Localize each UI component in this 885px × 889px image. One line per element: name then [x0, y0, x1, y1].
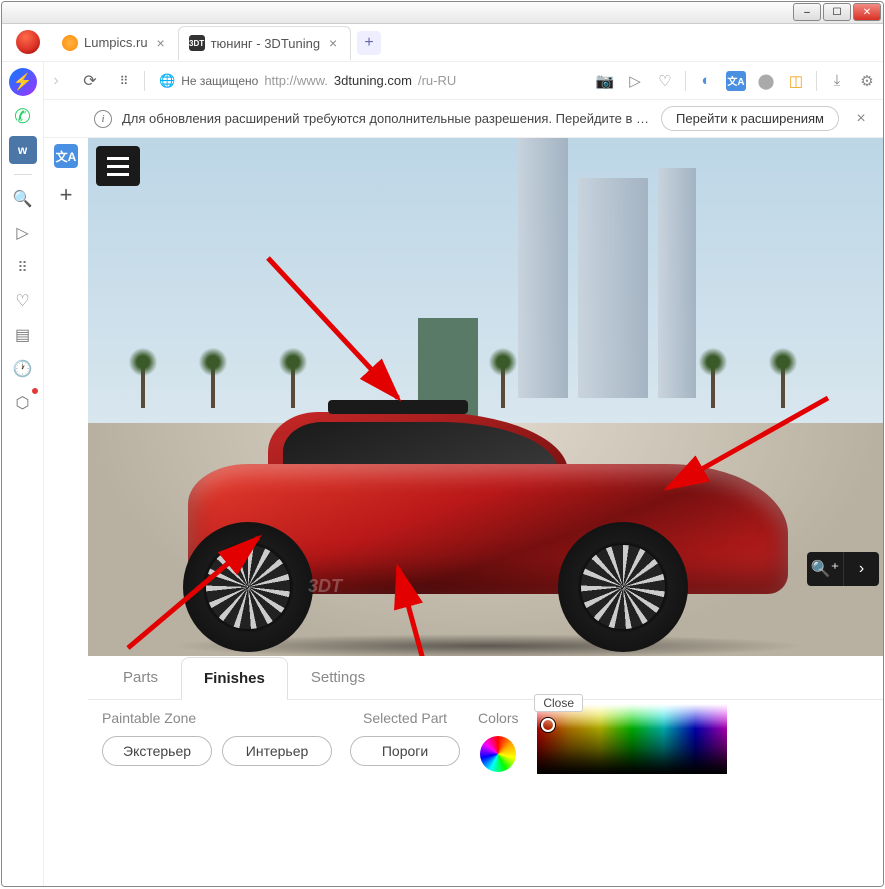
colors-label: Colors	[478, 710, 518, 726]
browser-tabs-bar: Lumpics.ru × 3DT тюнинг - 3DTuning × +	[2, 24, 883, 62]
bottom-panel: Parts Finishes Settings Close Paintable …	[88, 656, 883, 886]
zoom-next-button[interactable]: ›	[843, 552, 879, 586]
translate-icon[interactable]: 文A	[726, 71, 746, 91]
tab-settings[interactable]: Settings	[288, 656, 388, 699]
color-picker-cursor[interactable]	[541, 718, 555, 732]
address-bar: ‹ › ⟳ ⠿ 🌐 Не защищено http://www.3dtunin…	[2, 62, 883, 100]
extension-icon[interactable]: ⬤	[756, 71, 776, 91]
url-prefix: http://www.	[264, 73, 328, 88]
car-logo: 3DT	[308, 576, 342, 597]
tab-parts[interactable]: Parts	[100, 656, 181, 699]
screenshot-icon[interactable]: ◫	[786, 71, 806, 91]
url-input[interactable]: 🌐 Не защищено http://www. 3dtuning.com/ru…	[151, 73, 589, 89]
heart-icon[interactable]: ♡	[655, 71, 675, 91]
speed-dial-icon[interactable]: ⠿	[9, 253, 37, 281]
easy-setup-icon[interactable]: ⚙	[857, 71, 877, 91]
opera-logo-icon[interactable]	[16, 30, 40, 54]
tab-lumpics[interactable]: Lumpics.ru ×	[52, 26, 178, 60]
go-to-extensions-button[interactable]: Перейти к расширениям	[661, 106, 839, 131]
adblock-icon[interactable]: ◐	[696, 71, 716, 91]
browser-sidebar: ⚡ ✆ w 🔍 ▷ ⠿ ♡ ▤ 🕐 ⬡	[2, 62, 44, 886]
tab-close-icon[interactable]: ×	[154, 36, 168, 50]
notification-bar: i Для обновления расширений требуются до…	[44, 100, 883, 138]
info-icon: i	[94, 110, 112, 128]
notification-text: Для обновления расширений требуются допо…	[122, 111, 651, 126]
notification-close-icon[interactable]: ×	[849, 110, 873, 128]
exterior-button[interactable]: Экстерьер	[102, 736, 212, 766]
selected-part-label: Selected Part	[363, 710, 447, 726]
page-sidebar: 文A +	[44, 138, 88, 886]
window-maximize-button[interactable]: ☐	[823, 3, 851, 21]
selected-part-button[interactable]: Пороги	[350, 736, 460, 766]
favicon-lumpics-icon	[62, 35, 78, 51]
url-domain: 3dtuning.com	[334, 73, 412, 88]
history-icon[interactable]: 🕐	[9, 355, 37, 383]
tab-finishes[interactable]: Finishes	[181, 657, 288, 700]
tab-label: тюнинг - 3DTuning	[211, 36, 321, 51]
globe-icon: 🌐	[159, 73, 175, 89]
url-path: /ru-RU	[418, 73, 456, 88]
add-panel-button[interactable]: +	[60, 182, 73, 208]
zoom-controls: 🔍⁺ ›	[807, 552, 879, 586]
security-chip[interactable]: Не защищено	[181, 74, 258, 88]
reload-button[interactable]: ⟳	[76, 67, 104, 95]
color-picker[interactable]	[537, 704, 727, 774]
paintable-zone-label: Paintable Zone	[102, 710, 196, 726]
color-wheel-button[interactable]	[480, 736, 516, 772]
download-icon[interactable]: ⤓	[827, 71, 847, 91]
news-icon[interactable]: ▤	[9, 321, 37, 349]
window-titlebar: – ☐ ✕	[2, 2, 883, 24]
main-viewer: 3DT	[88, 138, 883, 886]
flow-icon[interactable]: ▷	[9, 219, 37, 247]
extensions-icon[interactable]: ⬡	[9, 389, 37, 417]
whatsapp-icon[interactable]: ✆	[9, 102, 37, 130]
car-scene[interactable]: 3DT	[88, 138, 883, 656]
camera-icon[interactable]: 📷	[595, 71, 615, 91]
messenger-icon[interactable]: ⚡	[9, 68, 37, 96]
window-close-button[interactable]: ✕	[853, 3, 881, 21]
close-tooltip: Close	[534, 694, 583, 712]
search-icon[interactable]: 🔍	[9, 185, 37, 213]
new-tab-button[interactable]: +	[357, 31, 381, 55]
speed-dial-button[interactable]: ⠿	[110, 67, 138, 95]
zoom-in-button[interactable]: 🔍⁺	[807, 552, 843, 586]
tab-3dtuning[interactable]: 3DT тюнинг - 3DTuning ×	[178, 26, 352, 60]
interior-button[interactable]: Интерьер	[222, 736, 332, 766]
tab-close-icon[interactable]: ×	[326, 36, 340, 50]
vk-icon[interactable]: w	[9, 136, 37, 164]
favicon-3dtuning-icon: 3DT	[189, 35, 205, 51]
window-minimize-button[interactable]: –	[793, 3, 821, 21]
car-model[interactable]: 3DT	[128, 394, 828, 654]
menu-button[interactable]	[96, 146, 140, 186]
send-icon[interactable]: ▷	[625, 71, 645, 91]
forward-button[interactable]: ›	[42, 67, 70, 95]
sidebar-separator	[14, 174, 32, 175]
tab-label: Lumpics.ru	[84, 35, 148, 50]
translate-panel-icon[interactable]: 文A	[54, 144, 78, 168]
bookmarks-icon[interactable]: ♡	[9, 287, 37, 315]
